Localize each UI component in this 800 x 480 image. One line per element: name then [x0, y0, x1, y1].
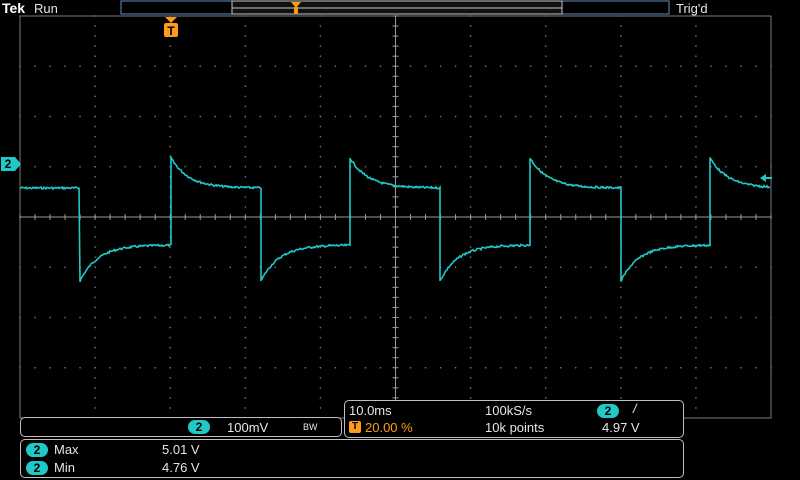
trigger-slope-icon: /	[633, 401, 637, 416]
trigger-level: 4.97 V	[602, 420, 640, 435]
trigger-position-icon: T	[349, 421, 361, 433]
channel-2-badge[interactable]: 2	[188, 420, 210, 434]
trigger-level-arrow-icon[interactable]	[760, 174, 772, 182]
graticule-grid	[19, 15, 772, 418]
measurement-1-value: 5.01 V	[162, 442, 200, 457]
volts-per-div: 100mV	[227, 420, 269, 435]
bandwidth-limit-indicator: BW	[303, 422, 318, 432]
trigger-source-badge[interactable]: 2	[597, 404, 619, 418]
record-length: 10k points	[485, 420, 545, 435]
channel-settings-panel[interactable]	[20, 417, 342, 437]
measurement-2-value: 4.76 V	[162, 460, 200, 475]
svg-text:T: T	[167, 24, 175, 38]
trigger-t-icon[interactable]: T	[164, 17, 178, 38]
measurements-panel[interactable]	[20, 439, 684, 478]
time-per-div: 10.0ms	[349, 403, 392, 418]
measurement-2-name: Min	[54, 460, 75, 475]
measurement-1-name: Max	[54, 442, 79, 457]
acquisition-state: Run	[34, 1, 58, 16]
svg-text:2: 2	[5, 157, 12, 171]
measurement-2-source-badge: 2	[26, 461, 48, 475]
measurement-1-source-badge: 2	[26, 443, 48, 457]
trigger-state: Trig'd	[676, 1, 708, 16]
sample-rate: 100kS/s	[485, 403, 532, 418]
trigger-position-percent: 20.00 %	[365, 420, 413, 435]
record-overview-bar[interactable]	[120, 0, 670, 15]
channel-2-ground-marker-icon[interactable]: 2	[1, 157, 21, 171]
brand-logo: Tek	[2, 0, 26, 16]
